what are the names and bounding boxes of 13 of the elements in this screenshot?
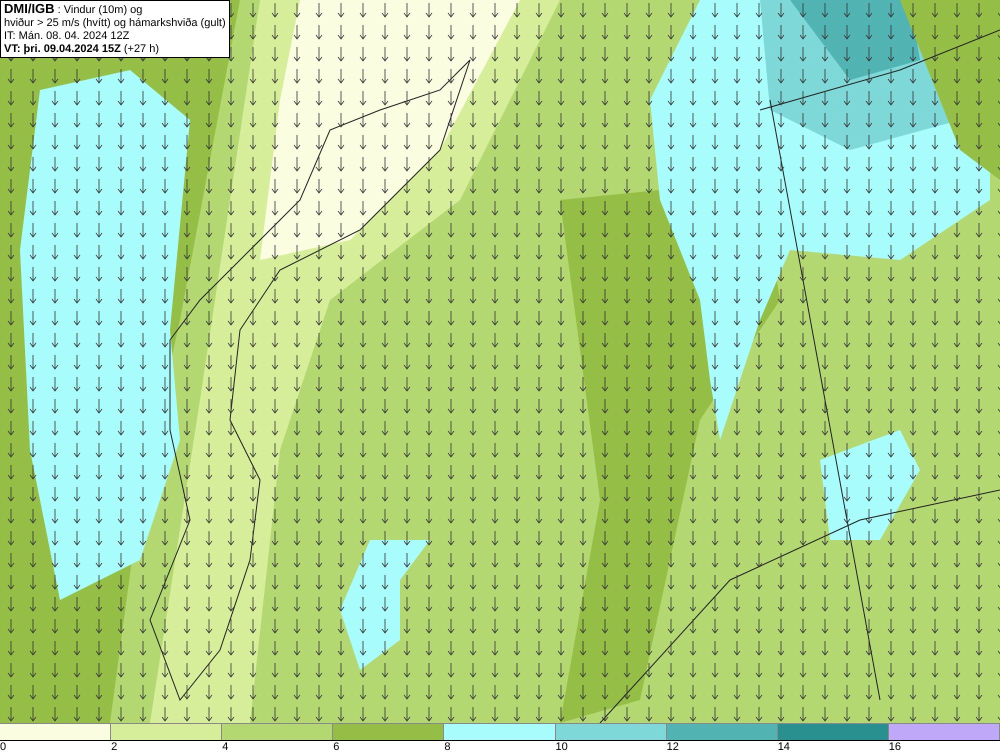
legend-tick-label: 0 (0, 741, 6, 753)
legend-tick-label: 10 (556, 741, 568, 753)
info-line: VT: þri. 09.04.2024 15Z (+27 h) (4, 43, 160, 56)
legend-tick-label: 8 (444, 741, 451, 753)
legend-tick-label: 12 (666, 741, 679, 753)
info-line: hviður > 25 m/s (hvítt) og hámarkshviða (gult) (4, 17, 226, 30)
info-line: IT: Mán. 08. 04. 2024 12Z (4, 30, 130, 43)
legend-tick-label: 16 (888, 741, 902, 753)
legend-tick-label: 14 (778, 741, 790, 753)
legend-tick-label: 2 (111, 741, 118, 753)
legend-tick-label: 6 (333, 741, 340, 753)
info-line: DMI/IGB : Vindur (10m) og (4, 2, 144, 17)
legend-tick-label: 4 (222, 741, 228, 753)
